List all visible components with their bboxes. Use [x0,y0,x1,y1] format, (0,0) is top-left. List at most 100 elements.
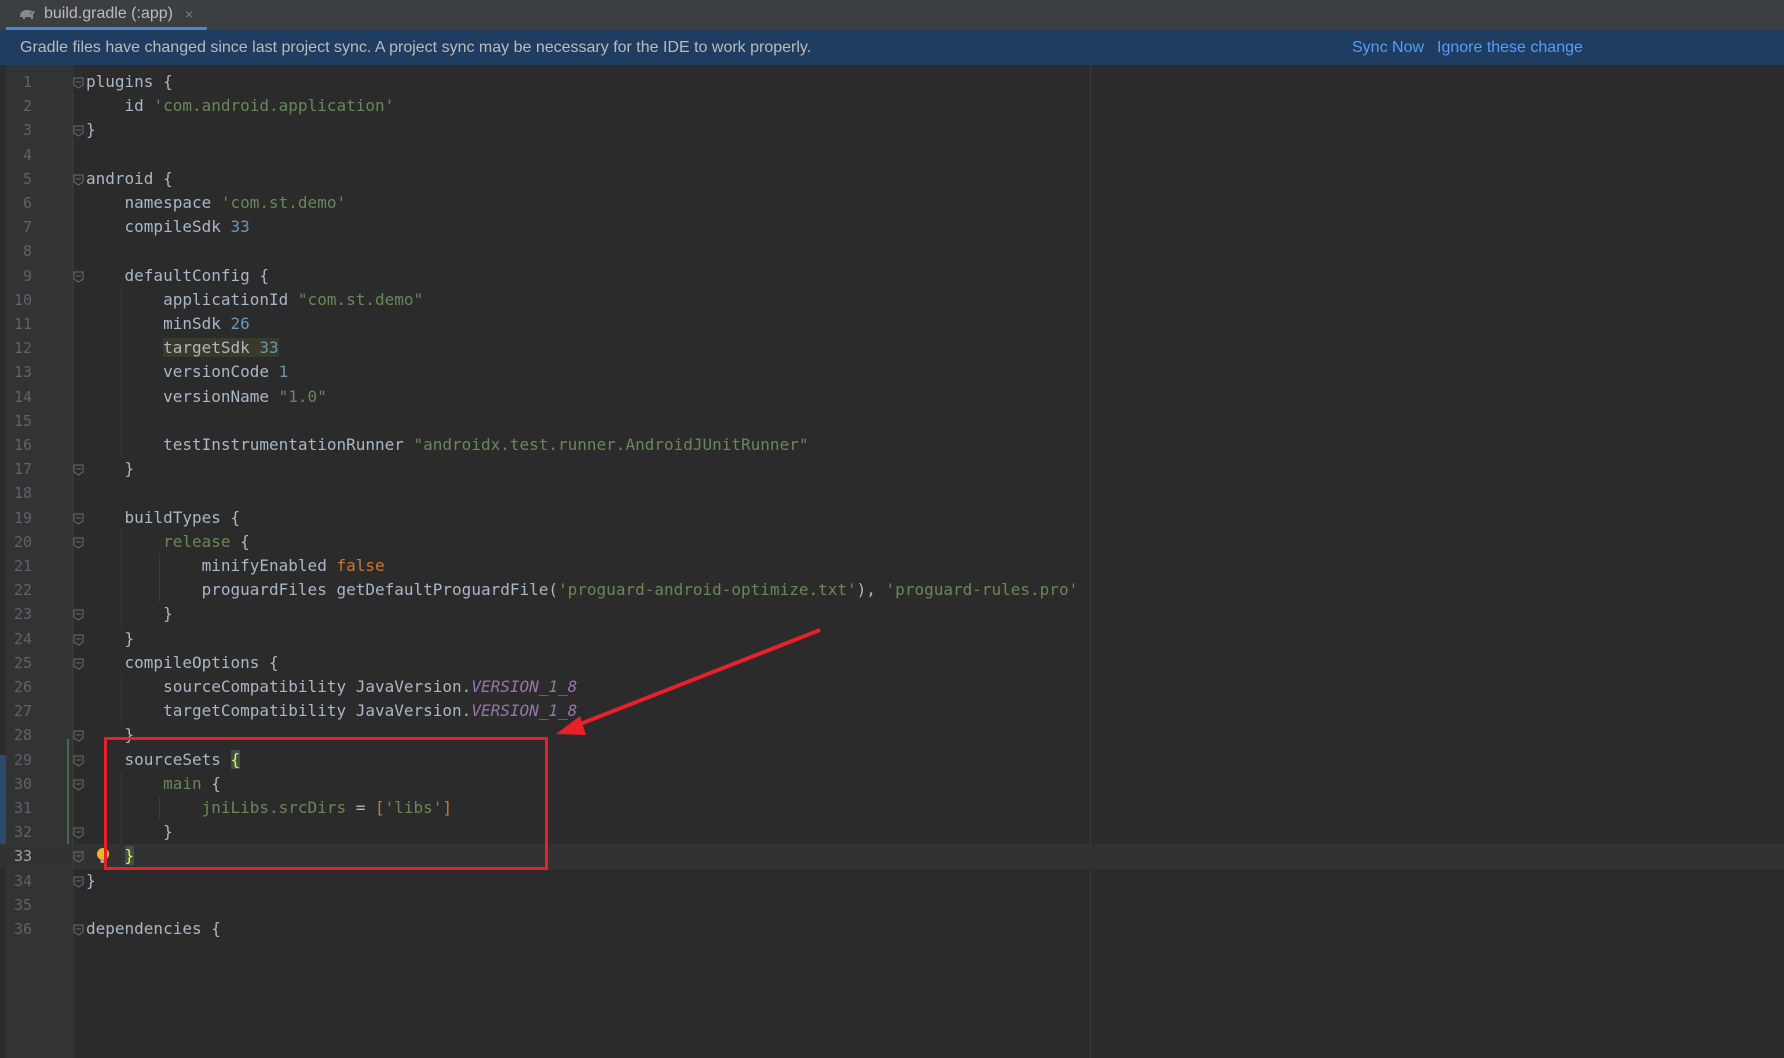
code-text[interactable]: android { [86,167,173,191]
code-text[interactable]: } [86,869,96,893]
code-line[interactable]: 32 } [0,820,1784,844]
code-line[interactable]: 14 versionName "1.0" [0,385,1784,409]
code-line[interactable]: 5 android { [0,167,1784,191]
code-line[interactable]: 11 minSdk 26 [0,312,1784,336]
code-line[interactable]: 17 } [0,457,1784,481]
code-line[interactable]: 2 id 'com.android.application' [0,94,1784,118]
code-line[interactable]: 19 buildTypes { [0,506,1784,530]
code-line[interactable]: 13 versionCode 1 [0,360,1784,384]
code-line[interactable]: 27 targetCompatibility JavaVersion.VERSI… [0,699,1784,723]
fold-marker-icon[interactable] [73,537,84,549]
code-text[interactable]: defaultConfig { [86,264,270,288]
fold-marker-icon[interactable] [73,77,84,89]
code-line[interactable]: 30 main { [0,772,1784,796]
code-line[interactable]: 12 targetSdk 33 [0,336,1784,360]
code-line[interactable]: 22 proguardFiles getDefaultProguardFile(… [0,578,1784,602]
line-number: 34 [13,871,32,890]
code-token: 'proguard-rules.pro' [885,580,1079,600]
indent-guide [159,554,160,603]
fold-marker-icon[interactable] [73,513,84,525]
code-text[interactable]: buildTypes { [86,506,241,530]
code-line[interactable]: 29 sourceSets { [0,748,1784,772]
code-line[interactable]: 8 [0,239,1784,263]
code-line[interactable]: 36 dependencies { [0,917,1784,941]
fold-marker-icon[interactable] [73,827,84,839]
code-text[interactable]: } [86,118,96,142]
code-text[interactable]: main { [86,772,221,796]
line-number: 33 [13,847,32,866]
fold-marker-icon[interactable] [73,464,84,476]
code-text[interactable]: minSdk 26 [86,312,250,336]
fold-marker-icon[interactable] [73,924,84,936]
fold-marker-icon[interactable] [73,851,84,863]
fold-marker-icon[interactable] [73,730,84,742]
code-text[interactable]: proguardFiles getDefaultProguardFile('pr… [86,578,1079,602]
code-text[interactable]: targetCompatibility JavaVersion.VERSION_… [86,699,577,723]
code-line[interactable]: 4 [0,143,1784,167]
code-text[interactable]: namespace 'com.st.demo' [86,191,347,215]
code-text[interactable]: id 'com.android.application' [86,94,395,118]
code-text[interactable]: applicationId "com.st.demo" [86,288,423,312]
line-number: 14 [13,387,32,406]
code-text[interactable]: versionName "1.0" [86,385,327,409]
code-text[interactable]: } [86,723,135,747]
code-text[interactable]: versionCode 1 [86,360,288,384]
tab-build-gradle[interactable]: build.gradle (:app) × [6,0,208,30]
code-text[interactable]: minifyEnabled false [86,554,385,578]
code-text[interactable]: } [86,820,173,844]
fold-marker-icon[interactable] [73,755,84,767]
code-line[interactable]: 31 jniLibs.srcDirs = ['libs'] [0,796,1784,820]
fold-marker-icon[interactable] [73,271,84,283]
fold-marker-icon[interactable] [73,876,84,888]
line-number: 29 [13,750,32,769]
fold-marker-icon[interactable] [73,174,84,186]
code-line[interactable]: 9 defaultConfig { [0,264,1784,288]
code-text[interactable]: } [86,844,135,868]
code-line[interactable]: 1 plugins { [0,70,1784,94]
code-text[interactable]: targetSdk 33 [86,336,279,360]
code-line[interactable]: 7 compileSdk 33 [0,215,1784,239]
code-line[interactable]: 16 testInstrumentationRunner "androidx.t… [0,433,1784,457]
code-line[interactable]: 26 sourceCompatibility JavaVersion.VERSI… [0,675,1784,699]
code-line[interactable]: 24 } [0,627,1784,651]
fold-marker-icon[interactable] [73,658,84,670]
code-text[interactable]: } [86,457,135,481]
code-line[interactable]: 23 } [0,602,1784,626]
fold-marker-icon[interactable] [73,609,84,621]
code-text[interactable]: compileOptions { [86,651,279,675]
code-token: versionCode [86,362,279,382]
code-text[interactable]: plugins { [86,70,173,94]
code-line[interactable]: 28 } [0,723,1784,747]
ignore-changes-link[interactable]: Ignore these change [1437,39,1583,57]
code-text[interactable]: dependencies { [86,917,221,941]
code-text[interactable]: jniLibs.srcDirs = ['libs'] [86,796,452,820]
code-line[interactable]: 25 compileOptions { [0,651,1784,675]
fold-marker-icon[interactable] [73,125,84,137]
indent-guide [121,771,122,845]
code-line[interactable]: 21 minifyEnabled false [0,554,1784,578]
code-text[interactable]: } [86,627,135,651]
code-line[interactable]: 10 applicationId "com.st.demo" [0,288,1784,312]
code-line[interactable]: 35 [0,893,1784,917]
code-line[interactable]: 20 release { [0,530,1784,554]
sync-now-link[interactable]: Sync Now [1352,39,1424,57]
code-text[interactable]: sourceSets { [86,748,241,772]
code-line[interactable]: 15 [0,409,1784,433]
code-text[interactable]: testInstrumentationRunner "androidx.test… [86,433,808,457]
fold-marker-icon[interactable] [73,634,84,646]
code-line[interactable]: 33 } [0,844,1784,869]
code-line[interactable]: 3} [0,118,1784,142]
code-token: buildTypes { [86,507,241,527]
code-editor[interactable]: 1 plugins {2 id 'com.android.application'… [0,65,1784,1058]
code-text[interactable]: compileSdk 33 [86,215,250,239]
code-line[interactable]: 34} [0,869,1784,893]
code-text[interactable]: sourceCompatibility JavaVersion.VERSION_… [86,675,577,699]
code-token: 'com.android.application' [153,96,395,116]
code-line[interactable]: 18 [0,481,1784,505]
fold-marker-icon[interactable] [73,779,84,791]
code-line[interactable]: 6 namespace 'com.st.demo' [0,191,1784,215]
close-icon[interactable]: × [185,6,193,22]
line-number: 13 [13,363,32,382]
code-text[interactable]: } [86,602,173,626]
code-text[interactable]: release { [86,530,250,554]
